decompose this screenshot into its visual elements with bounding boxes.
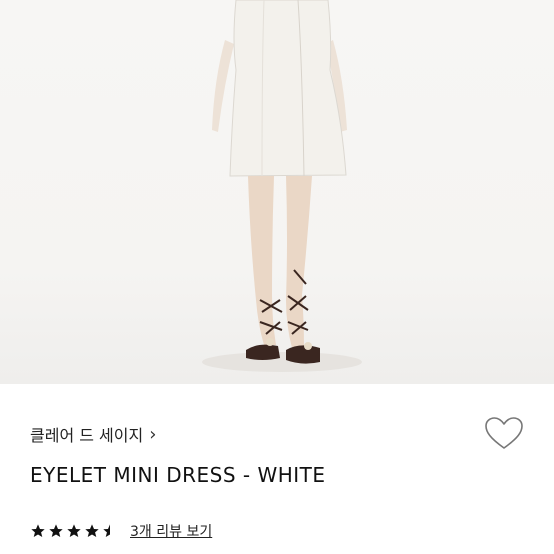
product-image[interactable]	[0, 0, 554, 384]
star-icon	[67, 524, 81, 537]
star-icon	[85, 524, 99, 537]
star-icon	[49, 524, 63, 537]
rating-stars	[30, 523, 118, 539]
rating-row: 3개 리뷰 보기	[30, 521, 212, 541]
review-link[interactable]: 3개 리뷰 보기	[130, 521, 212, 541]
brand-name: 클레어 드 세이지	[30, 426, 144, 445]
star-icon	[31, 524, 45, 537]
half-star-icon	[103, 524, 110, 537]
wishlist-button[interactable]	[484, 416, 524, 452]
chevron-right-icon: ›	[149, 423, 157, 445]
brand-link[interactable]: 클레어 드 세이지 ›	[30, 422, 156, 446]
heart-outline-icon	[485, 417, 523, 449]
product-title: EYELET MINI DRESS - WHITE	[30, 463, 326, 487]
model-photo	[202, 0, 362, 372]
